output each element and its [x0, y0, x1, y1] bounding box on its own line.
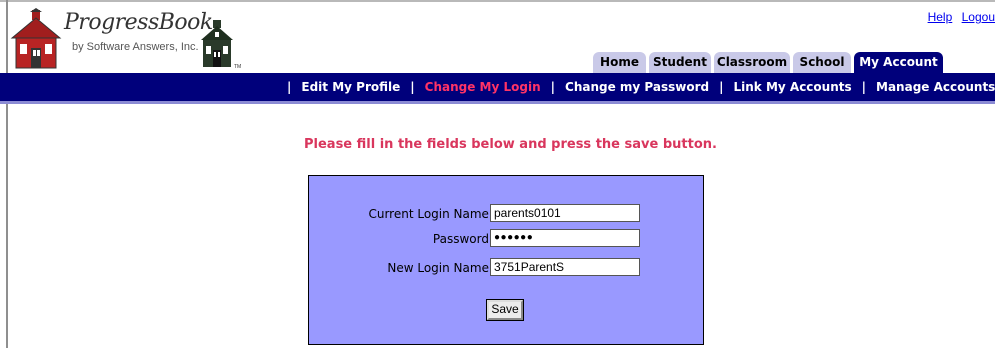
- instruction-text: Please fill in the fields below and pres…: [304, 137, 717, 152]
- current-login-row: Current Login Name: parents0101: [309, 204, 705, 224]
- change-login-form: Current Login Name: parents0101 Password…: [308, 175, 704, 345]
- password-row: Password: ●●●●●●: [309, 229, 705, 249]
- current-login-label: Current Login Name:: [368, 207, 493, 221]
- schoolhouse-icon: [10, 8, 62, 69]
- help-link[interactable]: Help: [928, 10, 953, 24]
- top-links: Help Logou: [922, 10, 995, 24]
- tab-student[interactable]: Student: [649, 52, 711, 73]
- logo-title: ProgressBook: [64, 10, 213, 35]
- nav-edit-my-profile[interactable]: Edit My Profile: [301, 80, 400, 94]
- logout-link[interactable]: Logou: [962, 10, 995, 24]
- tab-home[interactable]: Home: [593, 52, 646, 73]
- new-login-row: New Login Name: 3751ParentS: [309, 258, 705, 278]
- tab-classroom[interactable]: Classroom: [714, 52, 790, 73]
- new-login-input[interactable]: 3751ParentS: [490, 258, 640, 276]
- account-subnav: | Edit My Profile | Change My Login | Change …: [0, 73, 995, 104]
- password-input[interactable]: ●●●●●●: [490, 229, 640, 247]
- nav-separator: |: [287, 80, 292, 94]
- save-button[interactable]: Save: [486, 299, 524, 321]
- nav-separator: |: [861, 80, 867, 94]
- nav-separator: |: [719, 80, 724, 94]
- progressbook-logo: ProgressBook by Software Answers, Inc. T…: [10, 8, 242, 70]
- window-top-border: [0, 0, 995, 2]
- nav-separator: |: [410, 80, 415, 94]
- new-login-label: New Login Name:: [387, 261, 493, 275]
- nav-separator: |: [550, 80, 556, 94]
- nav-manage-accounts[interactable]: Manage Accounts: [876, 80, 995, 94]
- nav-change-my-password[interactable]: Change my Password: [565, 80, 709, 94]
- window-left-border: [6, 0, 8, 348]
- logo-trademark: TM: [234, 64, 242, 70]
- tab-my-account[interactable]: My Account: [854, 52, 943, 73]
- nav-change-my-login[interactable]: Change My Login: [425, 80, 541, 94]
- logo-tagline: by Software Answers, Inc.: [72, 41, 199, 53]
- current-login-input[interactable]: parents0101: [490, 204, 640, 222]
- nav-link-my-accounts[interactable]: Link My Accounts: [734, 80, 852, 94]
- password-label: Password:: [432, 232, 493, 246]
- tab-school[interactable]: School: [793, 52, 851, 73]
